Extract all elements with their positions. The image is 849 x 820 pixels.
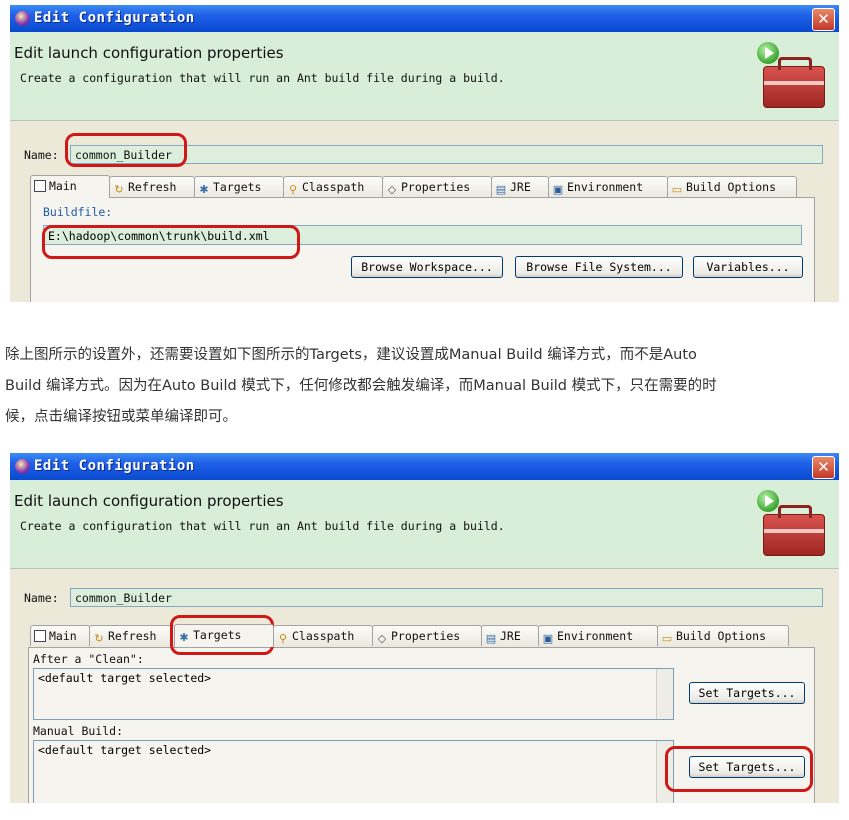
edit-configuration-dialog-main: Edit Configuration ✕ Edit launch configu… <box>10 5 839 302</box>
classpath-icon: ⚲ <box>278 632 288 645</box>
refresh-icon: ↻ <box>114 183 124 196</box>
tab-strip: Main ↻ Refresh ✱ Targets ⚲ Classpath ◇ Prope… <box>30 175 815 198</box>
title-bar: Edit Configuration ✕ <box>10 5 839 32</box>
tab-refresh[interactable]: ↻ Refresh <box>89 625 175 646</box>
set-targets-button-after-clean[interactable]: Set Targets... <box>689 682 805 704</box>
close-button[interactable]: ✕ <box>812 8 835 31</box>
dialog-header: Edit launch configuration properties Cre… <box>10 32 839 121</box>
header-subtitle: Create a configuration that will run an … <box>20 71 505 85</box>
tab-refresh[interactable]: ↻ Refresh <box>109 176 195 197</box>
tab-environment[interactable]: ▣ Environment <box>548 176 668 197</box>
highlight-buildfile <box>42 225 300 259</box>
title-bar: Edit Configuration ✕ <box>10 453 839 480</box>
tab-main[interactable]: Main <box>30 175 110 198</box>
manual-build-list[interactable]: <default target selected> <box>33 740 674 803</box>
buildfile-label: Buildfile: <box>43 205 113 219</box>
targets-icon: ✱ <box>199 183 209 196</box>
close-button[interactable]: ✕ <box>812 456 835 479</box>
tab-build-options[interactable]: ▭ Build Options <box>657 625 789 646</box>
after-clean-list[interactable]: <default target selected> <box>33 668 674 720</box>
dialog-header: Edit launch configuration properties Cre… <box>10 480 839 569</box>
run-icon <box>757 490 779 512</box>
header-title: Edit launch configuration properties <box>14 44 284 62</box>
tab-main[interactable]: Main <box>30 625 90 646</box>
highlight-set-targets <box>665 746 813 792</box>
window-title: Edit Configuration <box>34 458 195 474</box>
browse-workspace-button[interactable]: Browse Workspace... <box>351 256 503 278</box>
ant-toolbox-icon <box>757 490 827 560</box>
classpath-icon: ⚲ <box>288 183 298 196</box>
name-label: Name: <box>24 148 59 162</box>
tab-jre[interactable]: ▤ JRE <box>481 625 539 646</box>
refresh-icon: ↻ <box>94 632 104 645</box>
highlight-name <box>65 133 187 167</box>
eclipse-icon <box>15 459 30 474</box>
manual-build-label: Manual Build: <box>33 724 124 738</box>
paragraph-line-2: Build 编译方式。因为在Auto Build 模式下，任何修改都会触发编译，… <box>5 378 717 394</box>
eclipse-icon <box>15 11 30 26</box>
ant-toolbox-icon <box>757 42 827 112</box>
window-title: Edit Configuration <box>34 10 195 26</box>
folder-icon: ▭ <box>671 183 683 196</box>
scrollbar[interactable] <box>656 669 673 719</box>
main-tab-icon <box>34 630 46 642</box>
description-paragraph: 除上图所示的设置外，还需要设置如下图所示的Targets，建议设置成Manual… <box>5 340 845 433</box>
properties-icon: ◇ <box>377 632 387 645</box>
run-icon <box>757 42 779 64</box>
after-clean-label: After a "Clean": <box>33 652 144 666</box>
name-label: Name: <box>24 591 59 605</box>
folder-icon: ▭ <box>661 632 673 645</box>
header-title: Edit launch configuration properties <box>14 492 284 510</box>
after-clean-value: <default target selected> <box>38 671 212 685</box>
main-tab-icon <box>34 180 46 192</box>
browse-file-system-button[interactable]: Browse File System... <box>515 256 683 278</box>
tab-classpath[interactable]: ⚲ Classpath <box>283 176 383 197</box>
jre-icon: ▤ <box>495 183 507 196</box>
manual-build-value: <default target selected> <box>38 743 212 757</box>
tab-classpath[interactable]: ⚲ Classpath <box>273 625 373 646</box>
tab-strip: Main ↻ Refresh ✱ Targets ⚲ Classpath ◇ Prope… <box>30 624 815 647</box>
tab-jre[interactable]: ▤ JRE <box>491 176 549 197</box>
environment-icon: ▣ <box>542 632 554 645</box>
tab-build-options[interactable]: ▭ Build Options <box>667 176 797 197</box>
paragraph-line-1: 除上图所示的设置外，还需要设置如下图所示的Targets，建议设置成Manual… <box>5 347 697 363</box>
header-subtitle: Create a configuration that will run an … <box>20 519 505 533</box>
jre-icon: ▤ <box>485 632 497 645</box>
name-input[interactable]: common_Builder <box>70 588 823 607</box>
tab-targets[interactable]: ✱ Targets <box>194 176 284 197</box>
properties-icon: ◇ <box>387 183 397 196</box>
tab-environment[interactable]: ▣ Environment <box>538 625 658 646</box>
paragraph-line-3: 候，点击编译按钮或菜单编译即可。 <box>5 409 237 425</box>
tab-properties[interactable]: ◇ Properties <box>382 176 492 197</box>
tab-targets[interactable]: ✱ Targets <box>174 624 274 647</box>
tab-properties[interactable]: ◇ Properties <box>372 625 482 646</box>
variables-button[interactable]: Variables... <box>693 256 803 278</box>
environment-icon: ▣ <box>552 183 564 196</box>
edit-configuration-dialog-targets: Edit Configuration ✕ Edit launch configu… <box>10 453 839 803</box>
targets-icon: ✱ <box>179 631 189 644</box>
